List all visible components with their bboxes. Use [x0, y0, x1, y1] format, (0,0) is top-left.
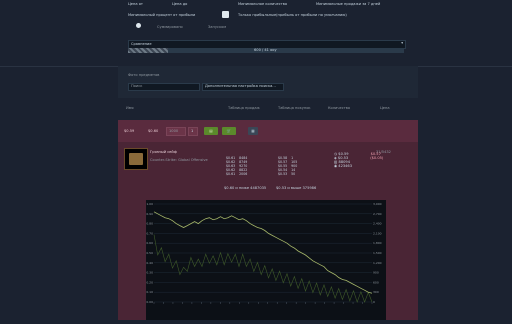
profit-only-label: Только прибыльные(прибыль от прибыли по …	[238, 13, 347, 17]
filter-min-sales-label: Минимальные продажи за 7 дней	[316, 2, 381, 6]
radio-summed-label: Суммировано	[157, 25, 183, 29]
item-subtitle: Counter-Strike: Global Offensive	[150, 158, 208, 162]
column-quantity: Количество	[328, 106, 351, 110]
cart-icon: 🛒	[226, 129, 232, 133]
quantity-input[interactable]: 1000	[166, 127, 186, 136]
y-tick-label: 0.10	[146, 290, 153, 294]
column-sell-table: Таблица продаж	[228, 106, 260, 110]
item-toolbar: $0.59 $0.60 1000 1 ▤ 🛒 ▦	[118, 120, 418, 142]
y2-tick-label: 2,400	[373, 222, 382, 226]
item-stats: ◷ $0.59 $0.57 ◈ $0.53 ($0.05) ▥ 88094 ◉ 42…	[334, 152, 383, 168]
sell-table: $0.61 8484 $0.62 8749 $0.63 9270 $0.62 8822 …	[224, 156, 249, 176]
search-placeholder: Поиск	[131, 84, 143, 88]
y2-tick-label: 1,200	[373, 261, 382, 265]
y-tick-label: 0.80	[146, 222, 153, 226]
column-name: Имя	[126, 106, 134, 110]
column-header-row: Имя Таблица продаж Таблица покупок Колич…	[118, 98, 418, 116]
y-tick-label: 0.50	[146, 251, 153, 255]
quantity-placeholder: 1000	[169, 129, 179, 133]
price-value-2: $0.60	[148, 129, 159, 133]
filter-price-to-label: Цена до	[172, 2, 188, 6]
y-tick-label: 1.00	[146, 202, 153, 206]
price-history-chart: 1.00 3,000 0.90 2,700 0.80 2,400 0.70 2,100 0.60…	[146, 200, 386, 320]
search-settings-label: Дополнительная настройка поиска...	[205, 84, 276, 88]
chart-button[interactable]: ▦	[248, 127, 258, 135]
price-series-line	[153, 211, 373, 294]
sell-icon: ▤	[209, 129, 213, 133]
progress-text: 600 / 41 ооу	[254, 48, 277, 52]
y-tick-label: 0.40	[146, 261, 153, 265]
y-tick-label: 0.60	[146, 241, 153, 245]
sell-footer: $0.60 и ниже 4487035	[224, 186, 267, 190]
search-input[interactable]: Поиск	[128, 83, 200, 91]
column-price: Цена	[380, 106, 390, 110]
y2-tick-label: 300	[373, 290, 379, 294]
buy-table: $0.58 1 $0.57 105 $0.55 900 $0.54 14 $0.53 50	[276, 156, 299, 176]
cart-button[interactable]: 🛒	[222, 127, 236, 135]
y-tick-label: 0.20	[146, 280, 153, 284]
y2-tick-label: 1,800	[373, 241, 382, 245]
search-settings-dropdown[interactable]: Дополнительная настройка поиска...	[202, 83, 284, 91]
compare-dropdown-value: Сравнение	[131, 42, 152, 46]
chart-icon: ▦	[251, 129, 255, 133]
y-tick-label: 0.00	[146, 300, 153, 304]
y2-tick-label: 0	[373, 300, 375, 304]
chart-svg: 1.00 3,000 0.90 2,700 0.80 2,400 0.70 2,100 0.60…	[146, 202, 382, 304]
radio-launch-label: Запуском	[208, 25, 227, 29]
y-tick-label: 0.30	[146, 271, 153, 275]
y2-tick-label: 3,000	[373, 202, 382, 206]
price-value-1: $0.59	[124, 129, 135, 133]
filter-panel: Фото предметов Поиск Дополнительная наст…	[118, 66, 418, 98]
table-row: $0.61 2006	[226, 172, 248, 176]
quantity-step-value: 1	[191, 129, 194, 133]
filter-min-profit-label: Минимальный процент от прибыли	[128, 13, 196, 17]
item-name[interactable]: Грязный сейф	[150, 150, 177, 154]
radio-summed[interactable]	[136, 23, 141, 28]
chevron-down-icon: ▾	[401, 41, 403, 45]
safe-icon	[129, 153, 143, 165]
buy-footer: $0.53 и выше 375986	[276, 186, 317, 190]
y-tick-label: 0.70	[146, 231, 153, 235]
table-row: $0.53 50	[278, 172, 296, 176]
volume-series-line	[153, 234, 373, 303]
top-bar: Цена от Цена до Минимальное количество М…	[0, 0, 512, 66]
y-tick-label: 0.90	[146, 212, 153, 216]
sell-button[interactable]: ▤	[204, 127, 218, 135]
filter-price-from-label: Цена от	[128, 2, 143, 6]
quantity-step-input[interactable]: 1	[188, 127, 198, 136]
filter-title: Фото предметов	[128, 73, 160, 77]
profit-only-checkbox[interactable]	[222, 11, 229, 18]
y2-tick-label: 600	[373, 280, 379, 284]
y2-tick-label: 900	[373, 271, 379, 275]
y2-tick-label: 2,100	[373, 231, 382, 235]
filter-min-qty-label: Минимальное количество	[238, 2, 288, 6]
y2-tick-label: 2,700	[373, 212, 382, 216]
stat-row: ◉ 423463	[334, 164, 352, 168]
progress-fill	[128, 48, 168, 53]
progress-bar: 600 / 41 ооу	[128, 48, 404, 53]
column-buy-table: Таблица покупок	[278, 106, 311, 110]
y2-tick-label: 1,500	[373, 251, 382, 255]
item-image[interactable]	[124, 148, 148, 170]
